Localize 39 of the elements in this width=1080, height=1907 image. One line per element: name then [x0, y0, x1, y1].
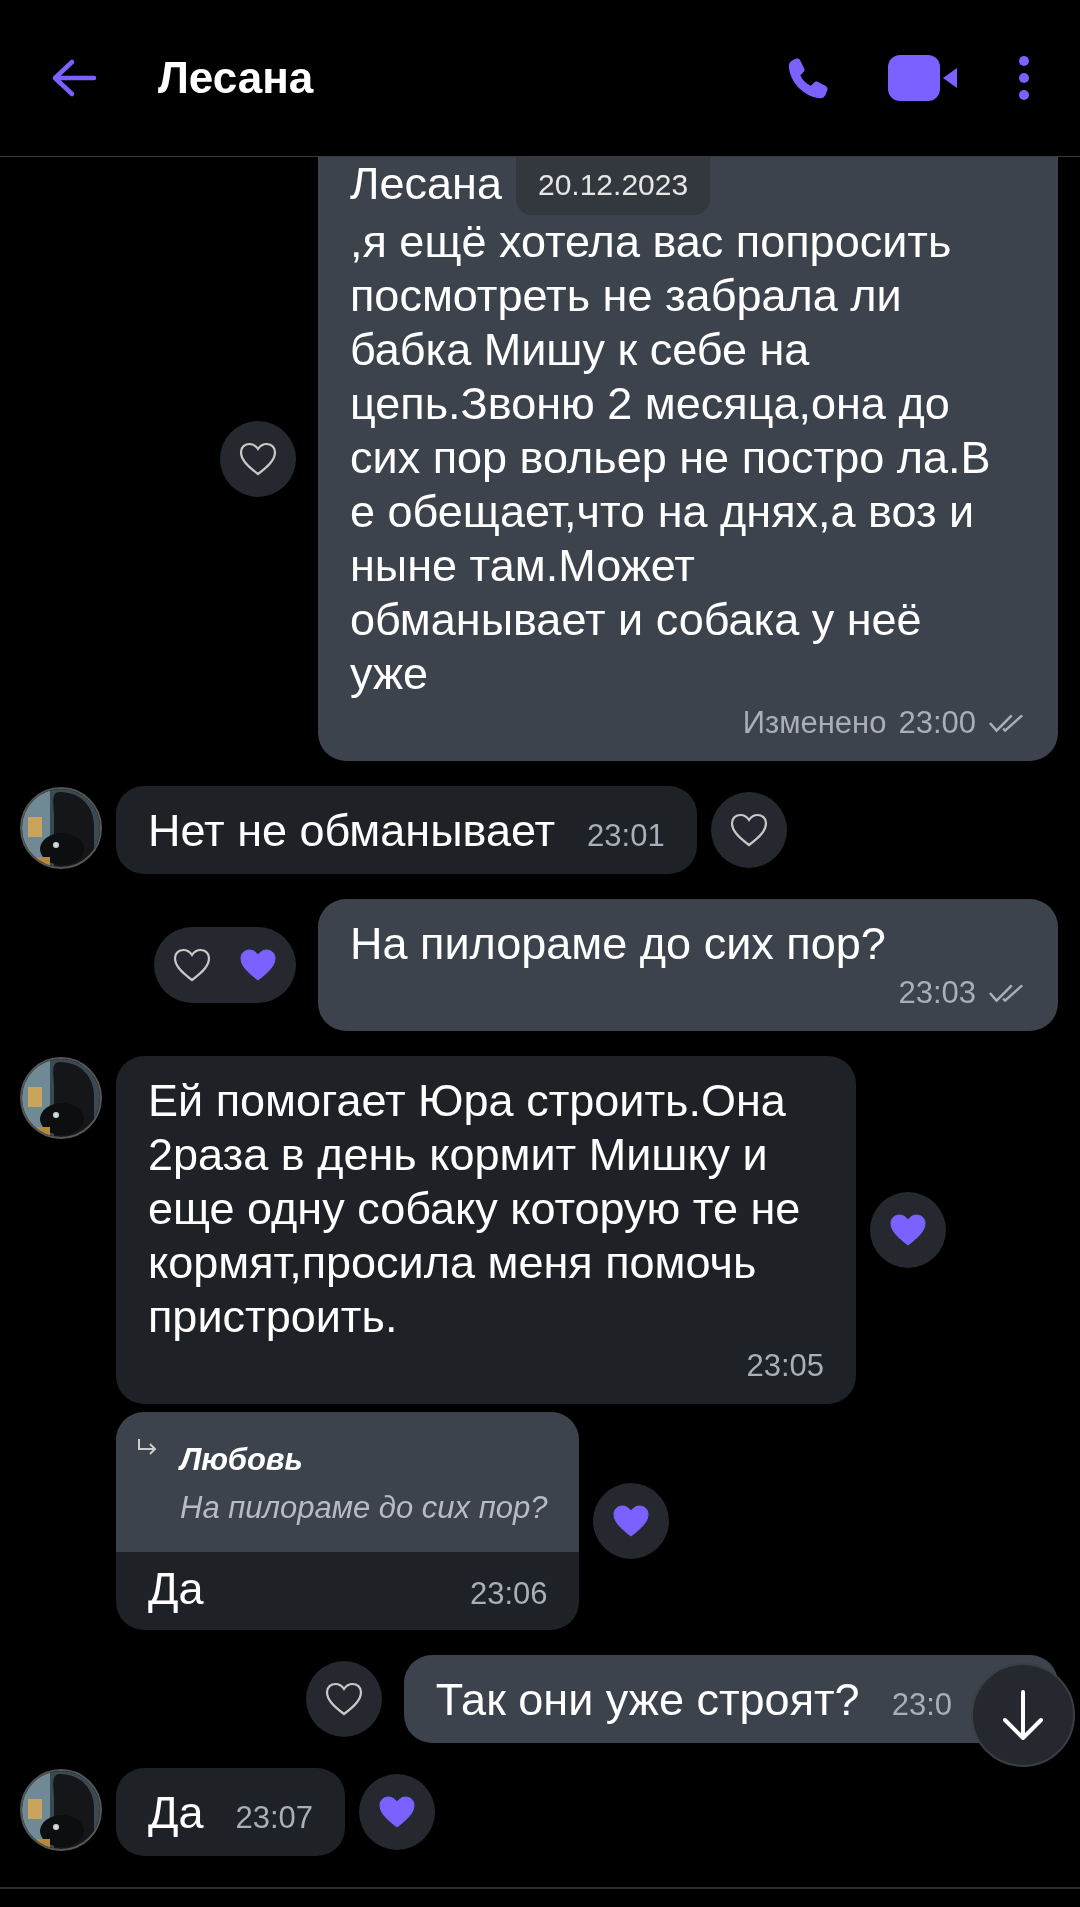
- back-arrow-icon[interactable]: [50, 58, 98, 98]
- message-time: 23:05: [746, 1347, 824, 1385]
- message-bubble[interactable]: Любовь На пилораме до сих пор? Да 23:06: [116, 1412, 580, 1630]
- message-text: Да: [148, 1562, 204, 1616]
- message-bubble[interactable]: Да 23:07: [116, 1768, 346, 1856]
- quoted-text: На пилораме до сих пор?: [180, 1489, 548, 1527]
- message-bubble[interactable]: На пилораме до сих пор? 23:03: [318, 899, 1058, 1031]
- filled-heart-icon[interactable]: [611, 1503, 652, 1539]
- heart-outline-icon[interactable]: [728, 812, 769, 848]
- more-menu-icon[interactable]: [1018, 55, 1030, 101]
- message-text: На пилораме до сих пор?: [350, 917, 886, 971]
- filled-heart-icon[interactable]: [888, 1212, 928, 1248]
- video-camera-icon[interactable]: [888, 55, 958, 101]
- message-time: 23:0: [891, 1686, 952, 1724]
- message-time: 23:03: [898, 974, 976, 1012]
- filled-heart-icon[interactable]: [238, 947, 278, 983]
- message-text: Лесана: [350, 157, 502, 211]
- heart-outline-icon[interactable]: [238, 441, 278, 477]
- contact-name: Лесана: [158, 53, 315, 103]
- message-time: 23:00: [898, 704, 976, 742]
- message-text: Так они уже строят?: [435, 1673, 860, 1727]
- scroll-down-button[interactable]: [970, 1662, 1076, 1768]
- date-badge: 20.12.2023: [515, 157, 711, 215]
- message-text: Нет не обманывает: [148, 804, 556, 858]
- reply-quote[interactable]: Любовь На пилораме до сих пор?: [116, 1412, 580, 1552]
- message-time: 23:01: [587, 817, 665, 855]
- message-time: 23:07: [235, 1799, 314, 1837]
- filled-heart-icon[interactable]: [377, 1794, 418, 1830]
- quoted-author: Любовь: [180, 1441, 304, 1479]
- message-text: Да: [148, 1786, 204, 1840]
- message-text: Ей помогает Юра строить.Она 2раза в день кормит Мишку и еще одну собаку которую те не кормят,просила меня помочь пристроить.: [148, 1074, 801, 1344]
- heart-outline-icon[interactable]: [323, 1681, 364, 1717]
- message-time: 23:06: [469, 1575, 548, 1613]
- edited-label: Изменено: [742, 704, 887, 742]
- message-bubble[interactable]: Нет не обманывает 23:01: [116, 786, 697, 874]
- heart-outline-icon[interactable]: [172, 947, 212, 983]
- message-bubble[interactable]: [318, 157, 1058, 761]
- message-text: ,я ещё хотела вас попросить посмотреть не забрала ли бабка Мишу к себе на цепь.Звоню 2 месяца,она до сих пор вольер не постро ла.В е обещает,что на днях,а воз и ныне там.Может обманывает и собака у неё уже: [350, 215, 991, 701]
- message-bubble[interactable]: Ей помогает Юра строить.Она 2раза в день кормит Мишку и еще одну собаку которую те не кормят,просила меня помочь пристроить. 23:05: [116, 1056, 856, 1404]
